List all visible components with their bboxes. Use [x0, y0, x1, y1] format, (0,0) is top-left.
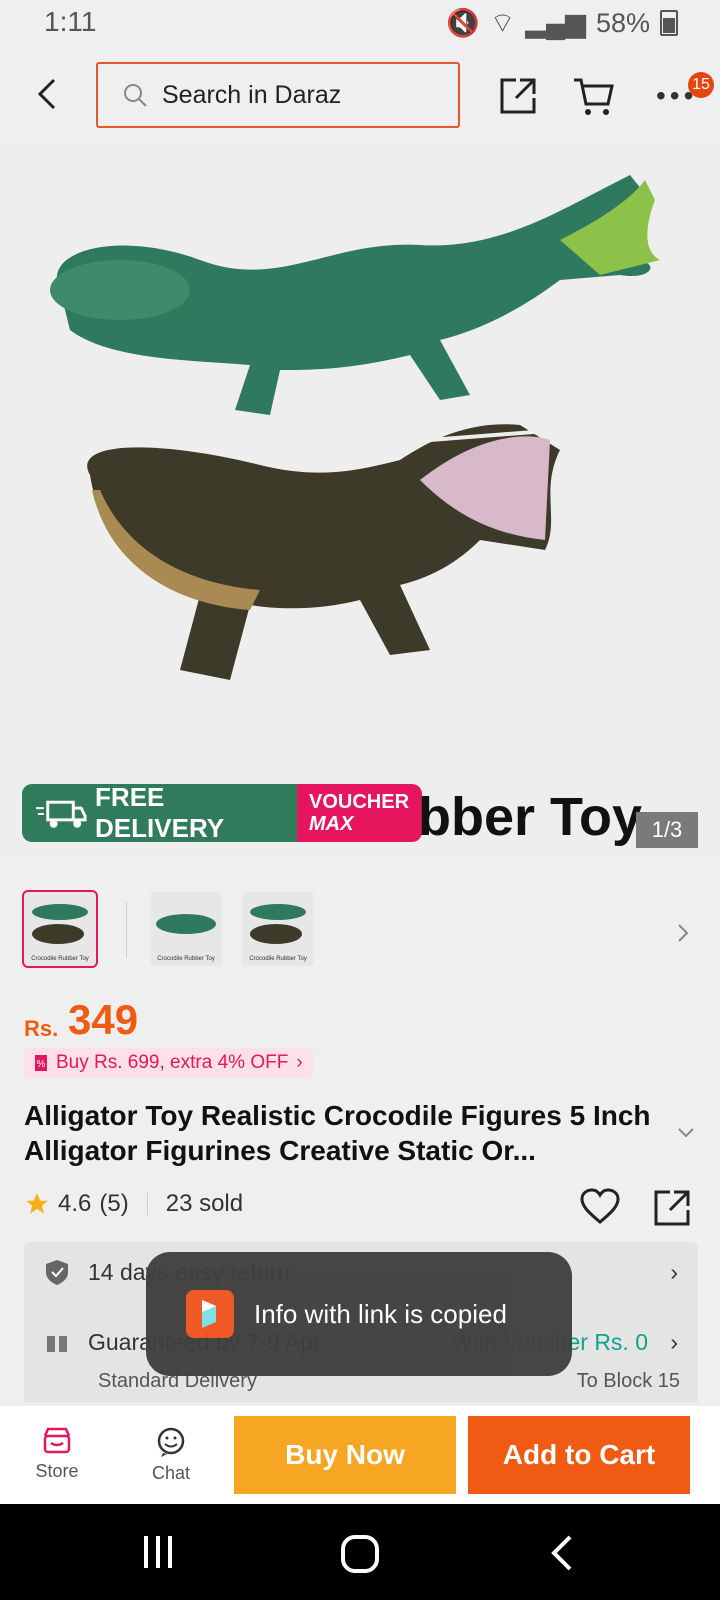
search-icon — [124, 84, 147, 107]
voucher-max-badge: VOUCHER MAX — [297, 784, 422, 842]
copied-toast: Info with link is copied — [146, 1252, 572, 1376]
chevron-right-icon: › — [670, 1328, 678, 1355]
free-delivery-badge: FREE DELIVERY — [22, 784, 297, 842]
chat-label: Chat — [151, 1463, 191, 1483]
bottom-action-bar: Store Chat Buy Now Add to Cart — [0, 1406, 720, 1504]
price-value: 349 — [68, 996, 139, 1043]
top-bar: Search in Daraz ••• — [0, 56, 720, 136]
store-label: Store — [35, 1461, 79, 1481]
recent-apps-button[interactable] — [140, 1534, 176, 1575]
status-time: 1:11 — [44, 6, 97, 37]
divider — [146, 1193, 148, 1215]
promo-tag[interactable]: % Buy Rs. 699, extra 4% OFF › — [24, 1048, 313, 1078]
home-icon — [341, 1535, 379, 1573]
thumbnails-next-button[interactable] — [676, 922, 690, 949]
price-currency: Rs. — [24, 1016, 59, 1041]
review-count: (5) — [99, 1190, 129, 1217]
heart-icon — [580, 1188, 620, 1224]
expand-title-button[interactable] — [676, 1126, 696, 1145]
share-button[interactable] — [498, 76, 538, 121]
image-caption: bber Toy — [418, 787, 643, 847]
system-navigation-bar — [0, 1504, 720, 1600]
battery-icon — [660, 10, 678, 36]
chevron-right-icon — [678, 924, 689, 942]
mute-icon: 🔇 — [446, 8, 480, 38]
daraz-logo-icon — [186, 1290, 234, 1338]
star-icon — [26, 1193, 48, 1214]
thumbnail-1[interactable]: Crocodile Rubber Toy — [22, 890, 98, 968]
wishlist-button[interactable] — [580, 1188, 620, 1231]
wifi-icon: ⌔ — [489, 8, 516, 38]
voucher-line2: MAX — [309, 813, 354, 835]
recent-apps-icon — [144, 1536, 172, 1568]
svg-text:%: % — [37, 1059, 46, 1070]
battery-percent: 58% — [595, 7, 650, 38]
store-icon — [43, 1427, 71, 1454]
status-icons: 🔇 ⌔ ▂▄▆ 58% — [446, 6, 678, 40]
back-arrow-icon — [37, 78, 56, 110]
thumbnail-image: Crocodile Rubber Toy — [31, 904, 89, 962]
sold-count: 23 sold — [165, 1190, 244, 1217]
shield-icon — [46, 1260, 68, 1285]
thumbnail-3[interactable]: Crocodile Rubber Toy — [242, 892, 314, 966]
thumbnail-label: Crocodile Rubber Toy — [31, 956, 89, 962]
signal-icon: ▂▄▆ — [525, 7, 586, 38]
add-to-cart-button[interactable]: Add to Cart — [468, 1416, 690, 1494]
thumbnail-divider — [126, 902, 127, 958]
back-button[interactable] — [30, 76, 66, 112]
thumbnail-label: Crocodile Rubber Toy — [157, 956, 215, 962]
voucher-line1: VOUCHER — [309, 791, 410, 813]
product-title: Alligator Toy Realistic Crocodile Figure… — [24, 1100, 651, 1166]
product-image[interactable] — [0, 140, 720, 860]
cart-icon — [574, 78, 614, 115]
chat-tab[interactable]: Chat — [126, 1426, 216, 1484]
rating-row[interactable]: 4.6 (5) 23 sold — [24, 1190, 243, 1218]
chevron-down-icon — [678, 1128, 694, 1138]
buy-now-button[interactable]: Buy Now — [234, 1416, 456, 1494]
chevron-right-icon: › — [670, 1258, 678, 1285]
thumbnail-image: Crocodile Rubber Toy — [156, 914, 216, 962]
home-button[interactable] — [340, 1534, 380, 1579]
chevron-right-icon: › — [296, 1052, 303, 1073]
thumbnail-image: Crocodile Rubber Toy — [249, 904, 307, 962]
promo-text: Buy Rs. 699, extra 4% OFF — [56, 1052, 289, 1073]
free-delivery-text: FREE DELIVERY — [95, 784, 225, 842]
image-counter: 1/3 — [636, 812, 698, 848]
cart-button[interactable] — [572, 74, 616, 123]
toast-message: Info with link is copied — [254, 1298, 507, 1329]
system-back-button[interactable] — [550, 1534, 574, 1577]
share-product-button[interactable] — [652, 1188, 692, 1233]
crocodile-illustration — [50, 175, 660, 680]
share-icon — [654, 1190, 690, 1226]
thumbnail-2[interactable]: Crocodile Rubber Toy — [150, 892, 222, 966]
chat-icon — [157, 1427, 185, 1457]
back-icon — [551, 1535, 572, 1571]
rating-value: 4.6 — [58, 1190, 92, 1217]
promo-banner: FREE DELIVERY VOUCHER MAX — [22, 784, 422, 842]
status-bar: 1:11 🔇 ⌔ ▂▄▆ 58% — [0, 0, 720, 52]
search-input[interactable]: Search in Daraz — [96, 62, 460, 128]
thumbnail-strip: Crocodile Rubber Toy Crocodile Rubber To… — [0, 890, 720, 978]
package-icon — [47, 1332, 67, 1352]
share-icon — [500, 78, 536, 114]
store-tab[interactable]: Store — [12, 1426, 102, 1482]
cart-badge: 15 — [688, 72, 714, 98]
delivery-destination: To Block 15 — [576, 1370, 680, 1392]
voucher-icon: % — [35, 1055, 47, 1071]
thumbnail-label: Crocodile Rubber Toy — [249, 956, 307, 962]
truck-icon — [35, 800, 87, 828]
search-placeholder: Search in Daraz — [162, 80, 342, 109]
